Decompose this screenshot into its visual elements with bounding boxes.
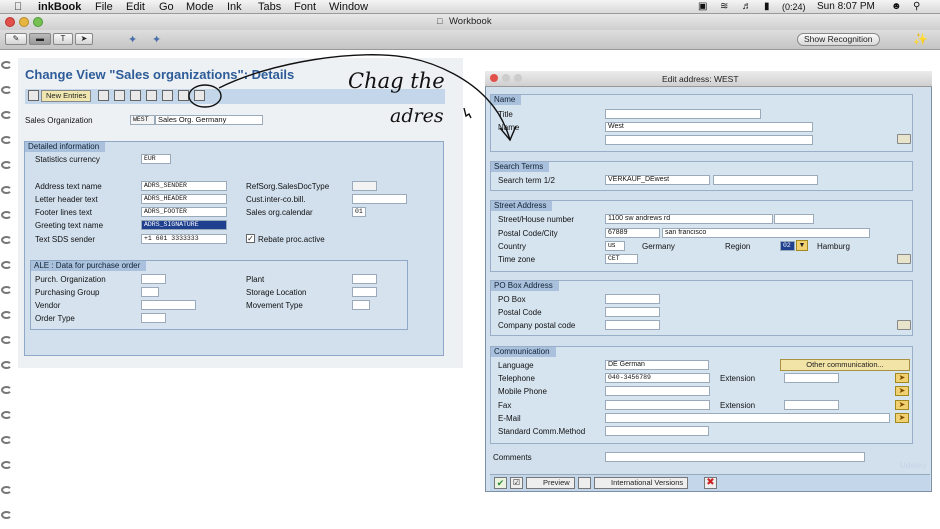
- ink-circle: [188, 84, 222, 108]
- ink-annotation-layer: Chag the adres: [188, 54, 517, 142]
- ink-cursor-icon: [463, 107, 472, 119]
- ink-handwriting-line2: adres: [390, 105, 444, 127]
- ink-handwriting-line1: Chag the: [348, 69, 445, 93]
- ink-arrow-line: [218, 54, 511, 141]
